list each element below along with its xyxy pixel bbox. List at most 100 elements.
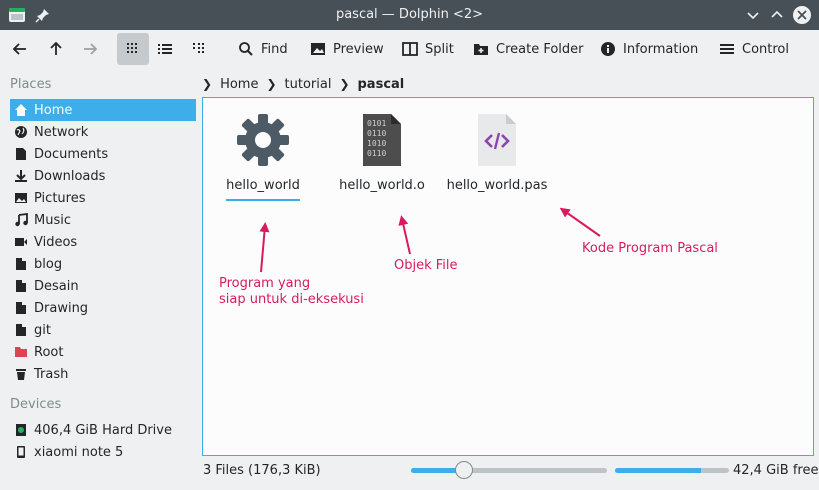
create-folder-button[interactable]: Create Folder: [473, 33, 584, 65]
forward-button[interactable]: [82, 33, 106, 65]
icons-view-button[interactable]: [117, 33, 149, 65]
sidebar-item-blog[interactable]: blog: [10, 253, 196, 275]
sidebar-item-music[interactable]: Music: [10, 209, 196, 231]
compact-view-button[interactable]: [158, 33, 178, 65]
sidebar-item-label: Music: [34, 212, 71, 228]
arrow-right-icon: [84, 43, 98, 55]
find-label: Find: [261, 41, 288, 57]
home-icon: [14, 103, 28, 117]
document-icon: [14, 147, 28, 161]
zoom-slider-handle[interactable]: [454, 461, 473, 479]
sidebar-item-label: blog: [34, 256, 63, 272]
information-button[interactable]: Information: [600, 33, 698, 65]
preview-button[interactable]: Preview: [310, 33, 384, 65]
sidebar-item-desain[interactable]: Desain: [10, 275, 196, 297]
image-icon: [311, 43, 325, 55]
sidebar-item-trash[interactable]: Trash: [10, 363, 196, 385]
devices-section-title: Devices: [10, 397, 62, 412]
sidebar-item-label: Downloads: [34, 168, 106, 184]
trash-icon: [14, 367, 28, 381]
free-space-label: 42,4 GiB free: [733, 463, 819, 478]
up-button[interactable]: [48, 33, 72, 65]
split-icon: [402, 42, 418, 56]
breadcrumb-item-home[interactable]: Home: [220, 77, 258, 92]
back-button[interactable]: [12, 33, 36, 65]
annotation-executable: Program yang siap untuk di-eksekusi: [219, 276, 364, 307]
sidebar-item-label: Home: [34, 102, 73, 118]
list-icon: [158, 44, 172, 54]
sidebar-item-pictures[interactable]: Pictures: [10, 187, 196, 209]
sidebar-item-drawing[interactable]: Drawing: [10, 297, 196, 319]
information-label: Information: [623, 41, 699, 57]
arrow-to-object: [398, 215, 411, 255]
sidebar-item-label: Root: [34, 344, 64, 360]
sidebar-item-network[interactable]: Network: [10, 121, 196, 143]
breadcrumb-item-tutorial[interactable]: tutorial: [285, 77, 332, 92]
chevron-right-icon: ❯: [339, 77, 350, 91]
breadcrumb: ❯ Home ❯ tutorial ❯ pascal: [202, 72, 404, 96]
disk-usage-bar: [615, 468, 729, 473]
maximize-button[interactable]: [767, 5, 787, 25]
sidebar-item-label: git: [34, 322, 51, 338]
sidebar-item-videos[interactable]: Videos: [10, 231, 196, 253]
picture-icon: [14, 191, 28, 205]
details-icon: [193, 43, 204, 53]
sidebar-item-documents[interactable]: Documents: [10, 143, 196, 165]
sidebar-item-root[interactable]: Root: [10, 341, 196, 363]
toolbar: Find Preview Split Create Folder Informa…: [0, 30, 819, 68]
annotation-source: Kode Program Pascal: [582, 241, 718, 256]
sidebar-item-label: Network: [34, 124, 89, 140]
phone-icon: [14, 445, 28, 459]
sidebar-item-label: 406,4 GiB Hard Drive: [34, 422, 172, 438]
create-folder-label: Create Folder: [496, 41, 584, 57]
network-icon: [14, 125, 28, 139]
sidebar-item-downloads[interactable]: Downloads: [10, 165, 196, 187]
close-button[interactable]: [792, 5, 812, 25]
preview-label: Preview: [333, 41, 384, 57]
zoom-slider[interactable]: [411, 461, 607, 479]
music-icon: [14, 213, 28, 227]
split-button[interactable]: Split: [402, 33, 454, 65]
info-icon: [601, 42, 615, 56]
video-icon: [14, 235, 28, 249]
sidebar-item-git[interactable]: git: [10, 319, 196, 341]
annotation-object: Objek File: [394, 258, 458, 273]
file-count: 3 Files (176,3 KiB): [203, 463, 321, 478]
folder-icon: [14, 279, 28, 293]
arrow-to-executable: [259, 222, 270, 273]
sidebar-item-label: Videos: [34, 234, 78, 250]
file-view[interactable]: hello_world 0101 0110 1010 0110 hello_wo…: [202, 97, 814, 456]
breadcrumb-item-pascal[interactable]: pascal: [358, 77, 405, 92]
grid-icon: [127, 43, 137, 53]
minimize-button[interactable]: [743, 5, 763, 25]
control-label: Control: [742, 41, 789, 57]
title-bar: pascal — Dolphin <2>: [0, 0, 819, 30]
details-view-button[interactable]: [192, 33, 212, 65]
find-button[interactable]: Find: [238, 33, 288, 65]
hamburger-menu-icon: [720, 44, 734, 54]
sidebar-item-label: Trash: [34, 366, 69, 382]
download-icon: [14, 169, 28, 183]
sidebar-item-label: Documents: [34, 146, 109, 162]
arrow-left-icon: [12, 43, 26, 55]
control-button[interactable]: Control: [719, 33, 789, 65]
sidebar-item-label: Pictures: [34, 190, 86, 206]
folder-icon: [14, 323, 28, 337]
sidebar-item-label: Drawing: [34, 300, 89, 316]
search-icon: [239, 42, 253, 56]
hard-drive-icon: [14, 423, 28, 437]
window-title: pascal — Dolphin <2>: [335, 7, 484, 22]
arrow-to-source: [559, 207, 601, 237]
folder-red-icon: [14, 345, 28, 359]
sidebar-item-hard-drive[interactable]: 406,4 GiB Hard Drive: [10, 419, 196, 441]
disk-usage-fill: [615, 468, 701, 473]
folder-icon: [14, 301, 28, 315]
folder-icon: [14, 257, 28, 271]
status-bar: 3 Files (176,3 KiB) 42,4 GiB free: [0, 458, 819, 486]
places-section-title: Places: [10, 77, 52, 92]
chevron-right-icon: ❯: [202, 77, 213, 91]
sidebar-item-home[interactable]: Home: [10, 99, 196, 121]
split-label: Split: [425, 41, 454, 57]
places-panel: Places Home Network Documents Downloads …: [0, 70, 200, 470]
chevron-right-icon: ❯: [266, 77, 277, 91]
